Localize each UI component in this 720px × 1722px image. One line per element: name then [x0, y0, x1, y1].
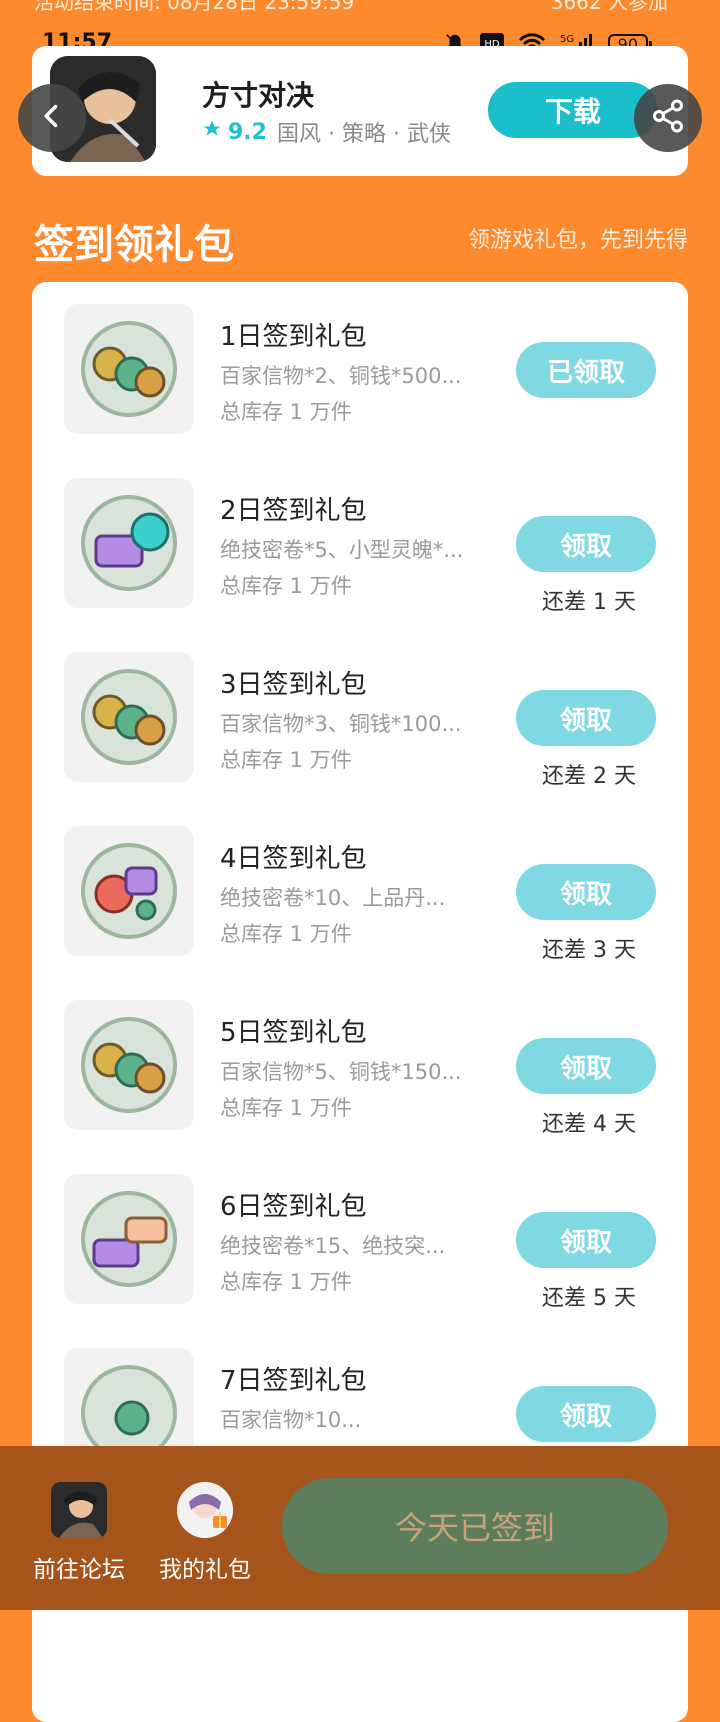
share-button[interactable] — [634, 84, 702, 152]
remaining-days: 还差 5 天 — [542, 1286, 636, 1311]
gift-thumbnail — [64, 652, 194, 782]
app-tags: 国风 · 策略 · 武侠 — [276, 122, 451, 147]
claim-button[interactable]: 领取 — [516, 1386, 656, 1442]
star-icon — [202, 119, 222, 145]
list-item: 3日签到礼包 百家信物*3、铜钱*100... 总库存 1 万件 领取 还差 2… — [32, 630, 688, 789]
claim-button[interactable]: 领取 — [516, 690, 656, 746]
rating-value: 9.2 — [228, 119, 267, 145]
back-button[interactable] — [18, 84, 86, 152]
share-icon — [650, 98, 686, 138]
avatar — [177, 1482, 233, 1538]
remaining-days: 还差 4 天 — [542, 1112, 636, 1137]
gift-desc: 百家信物*5、铜钱*150... — [220, 1060, 462, 1084]
claim-button[interactable]: 领取 — [516, 516, 656, 572]
gift-stock: 总库存 1 万件 — [220, 748, 352, 772]
signed-today-button[interactable]: 今天已签到 — [282, 1478, 668, 1574]
remaining-days: 还差 1 天 — [542, 590, 636, 615]
gift-desc: 百家信物*3、铜钱*100... — [220, 712, 462, 736]
gift-stock: 总库存 1 万件 — [220, 574, 352, 598]
remaining-days: 还差 3 天 — [542, 938, 636, 963]
section-title: 签到领礼包 — [34, 222, 234, 268]
gift-stock: 总库存 1 万件 — [220, 1270, 352, 1294]
gift-title: 7日签到礼包 — [220, 1366, 367, 1396]
forum-label: 前往论坛 — [33, 1557, 125, 1583]
claim-button[interactable]: 领取 — [516, 1038, 656, 1094]
remaining-days: 还差 2 天 — [542, 764, 636, 789]
app-header-card: 方寸对决 9.2 国风 · 策略 · 武侠 下载 — [32, 46, 688, 176]
download-button[interactable]: 下载 — [488, 82, 658, 138]
gift-stock: 总库存 1 万件 — [220, 1096, 352, 1120]
gift-title: 2日签到礼包 — [220, 496, 367, 526]
event-info-strip: 活动结束时间: 08月28日 23:59:59 3662 人参加 — [0, 0, 720, 14]
gift-thumbnail — [64, 826, 194, 956]
gift-thumbnail — [64, 478, 194, 608]
list-item: 1日签到礼包 百家信物*2、铜钱*500... 总库存 1 万件 已领取 — [32, 282, 688, 434]
chevron-left-icon — [38, 102, 66, 134]
gift-title: 3日签到礼包 — [220, 670, 367, 700]
app-title: 方寸对决 — [202, 79, 315, 112]
gift-thumbnail — [64, 1174, 194, 1304]
gift-title: 1日签到礼包 — [220, 322, 367, 352]
gift-desc: 百家信物*2、铜钱*500... — [220, 364, 462, 388]
gift-stock: 总库存 1 万件 — [220, 400, 352, 424]
gift-desc: 绝技密卷*10、上品丹... — [220, 886, 446, 910]
rating: 9.2 — [202, 119, 267, 145]
my-gifts-label: 我的礼包 — [159, 1557, 251, 1583]
forum-icon — [51, 1482, 107, 1538]
gift-stock: 总库存 1 万件 — [220, 922, 352, 946]
gift-title: 4日签到礼包 — [220, 844, 367, 874]
gift-desc: 百家信物*10... — [220, 1408, 362, 1432]
list-item: 2日签到礼包 绝技密卷*5、小型灵魄*... 总库存 1 万件 领取 还差 1 … — [32, 456, 688, 615]
gift-desc: 绝技密卷*5、小型灵魄*... — [220, 538, 464, 562]
gift-thumbnail — [64, 1000, 194, 1130]
event-end-time: 活动结束时间: 08月28日 23:59:59 — [34, 0, 355, 14]
claim-button[interactable]: 领取 — [516, 1212, 656, 1268]
svg-text:5G: 5G — [560, 34, 574, 45]
claimed-button[interactable]: 已领取 — [516, 342, 656, 398]
participants-count: 3662 人参加 — [550, 0, 668, 14]
my-gifts-link[interactable]: 我的礼包 — [150, 1482, 260, 1584]
bottom-bar: 前往论坛 我的礼包 今天已签到 — [0, 1446, 720, 1610]
gift-desc: 绝技密卷*15、绝技突... — [220, 1234, 446, 1258]
gift-thumbnail — [64, 304, 194, 434]
list-item: 5日签到礼包 百家信物*5、铜钱*150... 总库存 1 万件 领取 还差 4… — [32, 978, 688, 1137]
list-item: 4日签到礼包 绝技密卷*10、上品丹... 总库存 1 万件 领取 还差 3 天 — [32, 804, 688, 963]
section-subtitle: 领游戏礼包，先到先得 — [467, 228, 688, 253]
forum-link[interactable]: 前往论坛 — [24, 1482, 134, 1584]
list-item: 6日签到礼包 绝技密卷*15、绝技突... 总库存 1 万件 领取 还差 5 天 — [32, 1152, 688, 1311]
app-meta: 9.2 国风 · 策略 · 武侠 — [202, 116, 451, 148]
gift-title: 6日签到礼包 — [220, 1192, 367, 1222]
gift-title: 5日签到礼包 — [220, 1018, 367, 1048]
claim-button[interactable]: 领取 — [516, 864, 656, 920]
